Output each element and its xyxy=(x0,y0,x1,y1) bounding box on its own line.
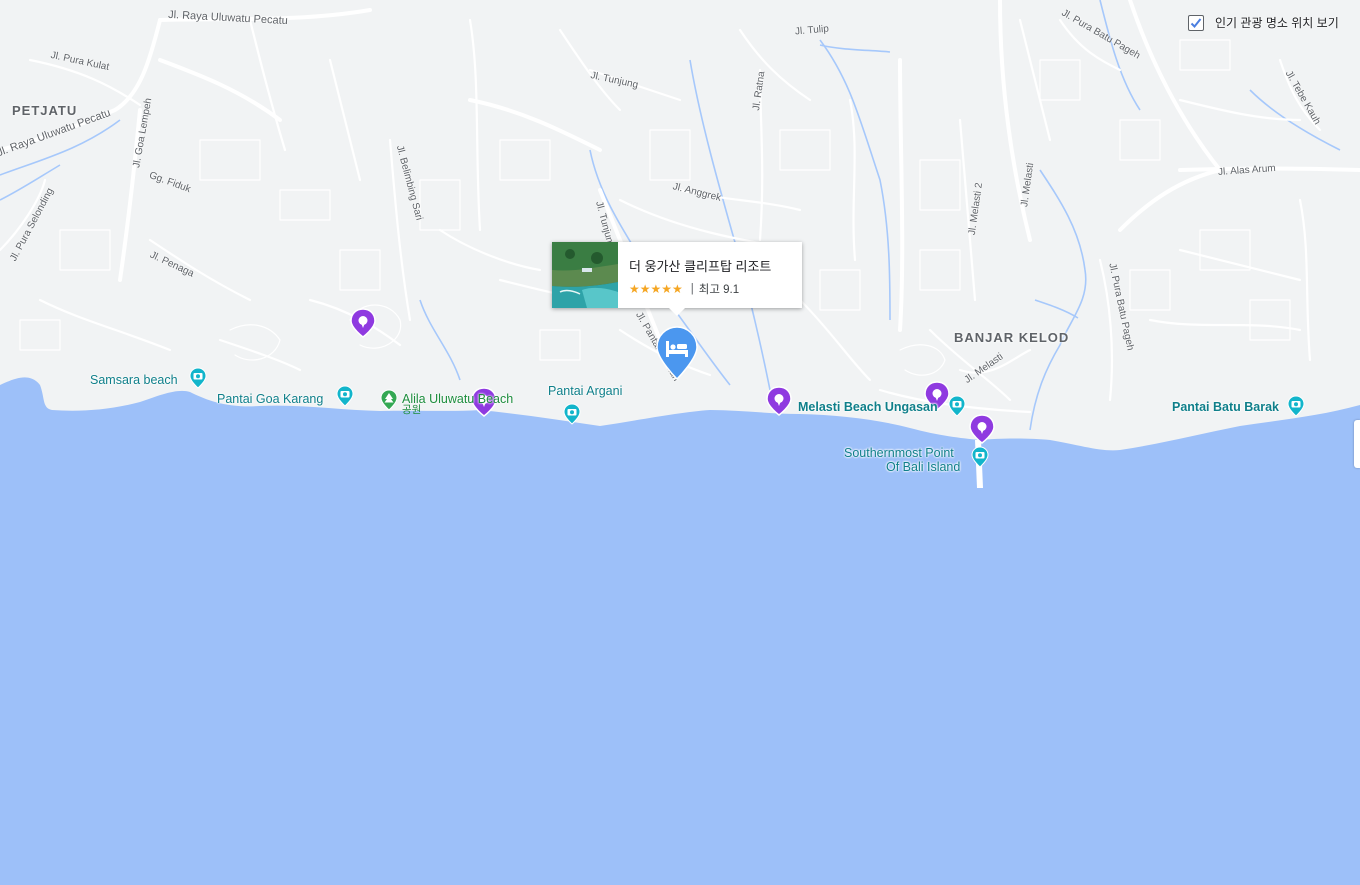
toggle-label: 인기 관광 명소 위치 보기 xyxy=(1215,16,1339,30)
place-pin-icon[interactable] xyxy=(350,308,376,338)
camera-icon[interactable] xyxy=(336,385,354,407)
area-label-petjatu: PETJATU xyxy=(12,103,78,118)
camera-icon[interactable] xyxy=(189,367,207,389)
tree-icon[interactable] xyxy=(380,389,398,411)
poi-label-pantai-goa-karang[interactable]: Pantai Goa Karang xyxy=(217,393,323,406)
map-canvas[interactable]: PETJATU BANJAR KELOD Jl. Raya Uluwatu Pe… xyxy=(0,0,1360,885)
place-pin-icon[interactable] xyxy=(766,386,792,416)
separator: | xyxy=(690,283,694,295)
poi-label-southernmost-point[interactable]: Southernmost Point xyxy=(844,447,954,460)
hotel-info-popup[interactable]: 더 웅가산 클리프탑 리조트 ★★★★★ | 최고 9.1 xyxy=(552,242,802,316)
poi-label-pantai-batu-barak[interactable]: Pantai Batu Barak xyxy=(1172,401,1279,414)
camera-icon[interactable] xyxy=(948,395,966,417)
park-category-label: 공원 xyxy=(402,404,422,416)
poi-label-southernmost-point-line2[interactable]: Of Bali Island xyxy=(886,461,960,474)
rating-text: 최고 9.1 xyxy=(698,284,740,296)
camera-icon[interactable] xyxy=(563,403,581,425)
sea xyxy=(0,377,1360,885)
area-label-banjar-kelod: BANJAR KELOD xyxy=(954,330,1070,345)
poi-label-samsara-beach[interactable]: Samsara beach xyxy=(90,374,178,387)
map-tiles xyxy=(0,0,1360,885)
checkbox[interactable] xyxy=(1188,14,1204,31)
hotel-name[interactable]: 더 웅가산 클리프탑 리조트 xyxy=(629,256,771,275)
place-pin-icon[interactable] xyxy=(969,414,995,444)
poi-label-melasti-beach[interactable]: Melasti Beach Ungasan xyxy=(798,401,938,414)
popular-places-toggle[interactable]: 인기 관광 명소 위치 보기 xyxy=(1188,14,1339,31)
hotel-thumbnail[interactable] xyxy=(552,242,618,308)
star-rating-icon: ★★★★★ xyxy=(629,282,683,296)
poi-label-pantai-argani[interactable]: Pantai Argani xyxy=(548,385,622,398)
camera-icon[interactable] xyxy=(1287,395,1305,417)
side-panel-handle[interactable] xyxy=(1354,420,1360,468)
camera-icon[interactable] xyxy=(971,446,989,468)
check-icon xyxy=(1190,17,1202,28)
hotel-marker[interactable] xyxy=(656,326,698,380)
